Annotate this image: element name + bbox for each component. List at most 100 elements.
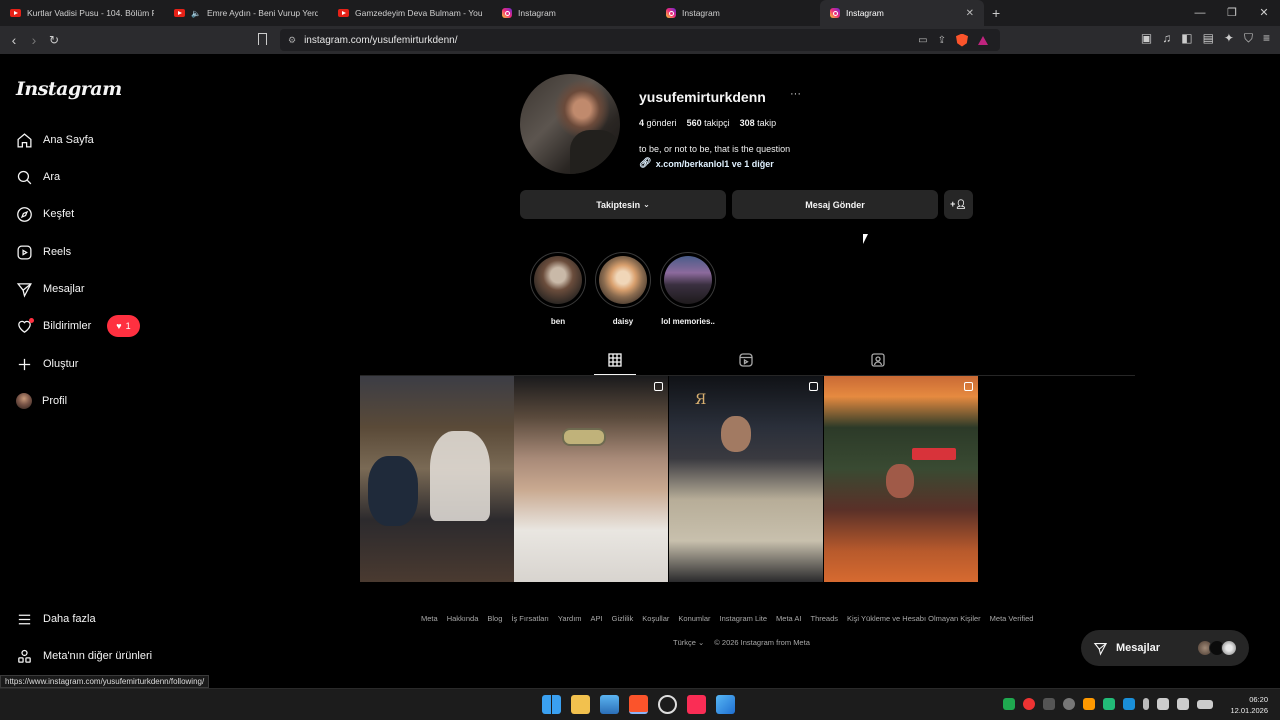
new-tab-button[interactable]: + (992, 5, 1000, 21)
footer-link[interactable]: Yardım (558, 614, 582, 623)
brave-shields-icon[interactable] (956, 33, 968, 47)
music-app-icon[interactable] (687, 695, 706, 714)
back-icon[interactable]: ‹ (4, 32, 24, 48)
tray-icon[interactable] (1103, 698, 1115, 710)
sidebar-item-create[interactable]: Oluştur (16, 352, 78, 376)
send-message-button[interactable]: Mesaj Gönder (732, 190, 938, 219)
close-tab-icon[interactable]: ✕ (966, 8, 974, 19)
footer-link[interactable]: Threads (810, 614, 838, 623)
footer-link[interactable]: Meta (421, 614, 438, 623)
wallet-icon[interactable]: ▤ (1203, 31, 1214, 46)
battery-icon[interactable] (1197, 700, 1213, 709)
address-bar[interactable]: ⚙ instagram.com/yusufemirturkdenn/ ▭ ⇪ (280, 29, 1000, 51)
leo-ai-icon[interactable]: ✦ (1224, 31, 1234, 46)
sidebar-item-notifications[interactable]: Bildirimler ♥ 1 (16, 314, 140, 338)
browser-tab-active[interactable]: Instagram ✕ (820, 0, 984, 26)
post-thumbnail[interactable] (824, 376, 978, 582)
bookmark-icon[interactable] (258, 33, 267, 45)
browser-tab[interactable]: Instagram (492, 0, 656, 26)
chatgpt-icon[interactable] (658, 695, 677, 714)
tray-icon[interactable] (1023, 698, 1035, 710)
highlight-ben[interactable]: ben (530, 252, 586, 326)
music-icon[interactable]: ♫ (1162, 31, 1171, 46)
message-avatars (1197, 640, 1237, 656)
footer-link[interactable]: Kişi Yükleme ve Hesabı Olmayan Kişiler (847, 614, 981, 623)
sidebar-item-search[interactable]: Ara (16, 165, 60, 189)
url-text[interactable]: instagram.com/yusufemirturkdenn/ (304, 35, 457, 46)
sidebar-item-home[interactable]: Ana Sayfa (16, 128, 94, 152)
footer-link[interactable]: İş Fırsatları (511, 614, 549, 623)
following-button[interactable]: Takiptesin ⌄ (520, 190, 726, 219)
tray-icon[interactable] (1083, 698, 1095, 710)
profile-link[interactable]: 🔗︎ x.com/berkanlol1 ve 1 diğer (639, 158, 774, 169)
tab-search-icon[interactable]: ▣ (1141, 31, 1152, 46)
sidebar-item-meta-products[interactable]: Meta'nın diğer ürünleri (16, 644, 152, 668)
volume-icon[interactable] (1177, 698, 1189, 710)
tray-icon[interactable] (1003, 698, 1015, 710)
microphone-icon[interactable] (1143, 698, 1149, 710)
sidebar-item-messages[interactable]: Mesajlar (16, 277, 85, 301)
footer-link[interactable]: Meta Verified (990, 614, 1034, 623)
taskbar-clock[interactable]: 06:20 12.01.2026 (1230, 694, 1268, 716)
messages-floating-button[interactable]: Mesajlar (1081, 630, 1249, 666)
following-link[interactable]: 308 takip (740, 118, 777, 128)
footer-link[interactable]: Instagram Lite (720, 614, 768, 623)
brave-rewards-icon[interactable] (978, 35, 988, 45)
footer-link[interactable]: Meta AI (776, 614, 801, 623)
footer-link[interactable]: Koşullar (642, 614, 669, 623)
tagged-icon[interactable] (871, 353, 885, 367)
sidebar-item-more[interactable]: Daha fazla (16, 607, 96, 631)
notification-badge[interactable]: ♥ 1 (107, 315, 140, 337)
cast-icon[interactable]: ▭ (918, 35, 927, 46)
sidebar-toggle-icon[interactable]: ◧ (1181, 31, 1192, 46)
close-window-icon[interactable]: ✕ (1248, 0, 1280, 26)
tray-icon[interactable] (1063, 698, 1075, 710)
footer-link[interactable]: Konumlar (678, 614, 710, 623)
network-icon[interactable] (1157, 698, 1169, 710)
tray-icon[interactable] (1043, 698, 1055, 710)
photos-icon[interactable] (600, 695, 619, 714)
share-icon[interactable]: ⇪ (938, 35, 946, 46)
suggested-users-button[interactable]: +👤︎ (944, 190, 973, 219)
forward-icon[interactable]: › (24, 32, 44, 48)
post-thumbnail[interactable] (360, 376, 514, 582)
footer-link[interactable]: Hakkında (447, 614, 479, 623)
sidebar-item-profile[interactable]: Profil (16, 389, 67, 413)
reload-icon[interactable]: ↻ (44, 33, 64, 47)
speaker-icon[interactable]: 🔈 (191, 9, 201, 18)
restore-icon[interactable]: ❐ (1216, 0, 1248, 26)
more-options-icon[interactable]: ··· (790, 88, 801, 100)
youtube-icon (10, 9, 21, 17)
post-thumbnail[interactable] (514, 376, 668, 582)
sidebar-item-reels[interactable]: Reels (16, 240, 71, 264)
brave-browser-icon[interactable] (629, 695, 648, 714)
highlight-daisy[interactable]: daisy (595, 252, 651, 326)
minimize-icon[interactable]: — (1184, 0, 1216, 26)
paint-icon[interactable] (716, 695, 735, 714)
file-explorer-icon[interactable] (571, 695, 590, 714)
browser-tab[interactable]: Instagram (656, 0, 820, 26)
vpn-icon[interactable]: ⛉ (1244, 31, 1253, 46)
profile-picture[interactable] (520, 74, 620, 174)
windows-start-icon[interactable] (542, 695, 561, 714)
footer-link[interactable]: Blog (487, 614, 502, 623)
footer-link[interactable]: Gizlilik (612, 614, 634, 623)
grid-icon[interactable] (608, 353, 622, 367)
sidebar-item-explore[interactable]: Keşfet (16, 202, 74, 226)
send-icon (16, 282, 32, 298)
instagram-logo[interactable]: Instagram (16, 78, 122, 100)
reels-tab-icon[interactable] (739, 353, 753, 367)
browser-tab[interactable]: 🔈 Emre Aydın - Beni Vurup Yerde Bırak (164, 0, 328, 26)
site-settings-icon[interactable]: ⚙ (288, 35, 296, 46)
highlight-lol-memories[interactable]: lol memories.. (660, 252, 716, 326)
post-thumbnail[interactable]: Я (669, 376, 823, 582)
tray-icon[interactable] (1123, 698, 1135, 710)
language-select[interactable]: Türkçe ⌄ (673, 638, 704, 647)
footer-link[interactable]: API (591, 614, 603, 623)
menu-icon[interactable]: ≡ (1263, 31, 1270, 46)
search-icon (17, 170, 32, 184)
followers-link[interactable]: 560 takipçi (687, 118, 730, 128)
browser-tab[interactable]: Gamzedeyim Deva Bulmam - YouTube (328, 0, 492, 26)
compass-icon (17, 206, 32, 222)
browser-tab[interactable]: Kurtlar Vadisi Pusu - 104. Bölüm FULL (0, 0, 164, 26)
